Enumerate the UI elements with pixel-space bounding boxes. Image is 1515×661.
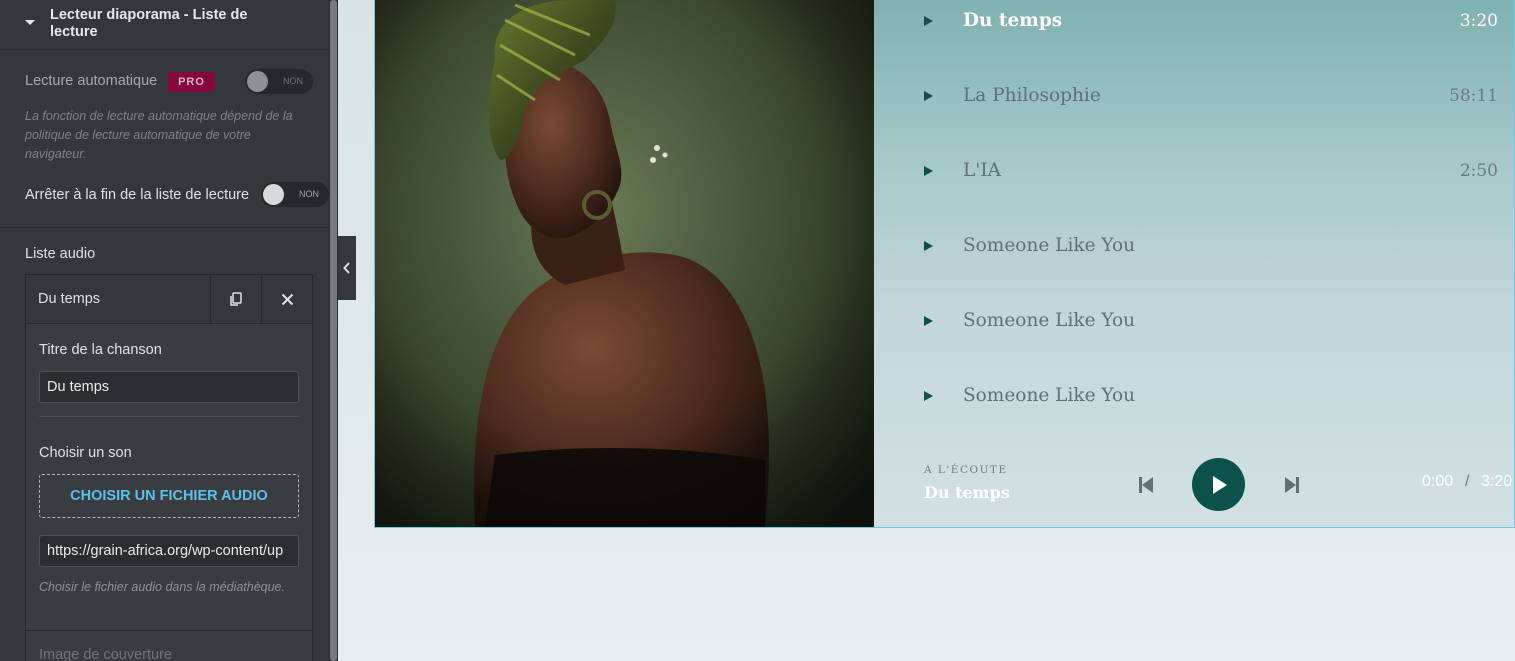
caret-down-icon: [25, 20, 35, 25]
scrollbar-thumb[interactable]: [330, 0, 337, 661]
play-icon: [924, 241, 933, 251]
close-icon: [281, 293, 293, 305]
autoplay-toggle[interactable]: NON: [245, 69, 313, 94]
track-item[interactable]: Someone Like You: [924, 227, 1500, 267]
track-name: Someone Like You: [963, 385, 1136, 406]
collapse-panel-button[interactable]: [338, 236, 356, 300]
play-button[interactable]: [1192, 458, 1245, 511]
section-title: Lecteur diaporama - Liste de lecture: [50, 7, 248, 40]
play-icon: [924, 91, 933, 101]
total-time: 3:20: [1481, 473, 1513, 490]
track-item[interactable]: Someone Like You: [924, 302, 1500, 342]
now-playing-bar: A L'ÉCOUTE Du temps 0:00 / 3:20: [874, 436, 1514, 527]
audio-url-input[interactable]: https://grain-africa.org/wp-content/up: [39, 535, 299, 567]
song-title-label: Titre de la chanson: [39, 342, 162, 358]
track-item[interactable]: Du temps 3:20: [924, 2, 1500, 42]
skip-previous-icon: [1139, 477, 1153, 493]
toggle-state: NON: [283, 76, 303, 86]
current-time: 0:00: [1422, 473, 1454, 490]
now-playing-title: Du temps: [924, 483, 1010, 502]
track-name: La Philosophie: [963, 85, 1101, 106]
next-button[interactable]: [1282, 474, 1302, 496]
stop-at-end-label: Arrêter à la fin de la liste de lecture: [25, 187, 250, 203]
duplicate-button[interactable]: [210, 275, 261, 323]
autoplay-help: La fonction de lecture automatique dépen…: [25, 109, 293, 161]
play-icon: [924, 391, 933, 401]
autoplay-label: Lecture automatique: [25, 73, 158, 89]
previous-button[interactable]: [1136, 474, 1156, 496]
track-name: Someone Like You: [963, 310, 1136, 331]
play-icon: [924, 166, 933, 176]
stop-at-end-toggle[interactable]: NON: [261, 182, 329, 207]
play-icon: [1212, 475, 1227, 494]
audio-list-label: Liste audio: [25, 246, 96, 262]
divider: [0, 227, 329, 228]
toggle-knob: [247, 71, 268, 92]
audio-help: Choisir le fichier audio dans la médiath…: [39, 580, 285, 594]
track-name: Du temps: [963, 10, 1063, 31]
play-icon: [924, 16, 933, 26]
divider: [26, 630, 312, 631]
audio-item: Du temps Titre de la chanson Du temps Ch…: [25, 274, 313, 661]
panel-scrollbar[interactable]: [329, 0, 338, 661]
track-item[interactable]: Someone Like You: [924, 377, 1500, 417]
track-duration: 3:20: [1459, 11, 1498, 31]
song-title-input[interactable]: Du temps: [39, 371, 299, 403]
remove-button[interactable]: [261, 275, 312, 323]
choose-sound-label: Choisir un son: [39, 445, 132, 461]
editor-panel: Lecteur diaporama - Liste de lecture Lec…: [0, 0, 329, 661]
audio-item-header[interactable]: Du temps: [26, 275, 312, 324]
divider: [39, 416, 299, 417]
copy-icon: [230, 291, 242, 306]
track-item[interactable]: L'IA 2:50: [924, 152, 1500, 192]
time-separator: /: [1465, 473, 1470, 490]
pro-badge: PRO: [168, 72, 215, 92]
choose-audio-file-button[interactable]: CHOISIR UN FICHIER AUDIO: [39, 474, 299, 518]
skip-next-icon: [1285, 477, 1299, 493]
cover-image-label: Image de couverture: [39, 647, 172, 661]
toggle-knob: [263, 184, 284, 205]
play-icon: [924, 316, 933, 326]
track-duration: 2:50: [1459, 161, 1498, 181]
chevron-left-icon: [343, 262, 350, 274]
cover-image: [375, 0, 874, 527]
toggle-state: NON: [299, 189, 319, 199]
track-duration: 58:11: [1449, 86, 1498, 106]
track-name: L'IA: [963, 160, 1002, 181]
track-item[interactable]: La Philosophie 58:11: [924, 77, 1500, 117]
track-name: Someone Like You: [963, 235, 1136, 256]
audio-item-title: Du temps: [38, 291, 101, 307]
now-playing-label: A L'ÉCOUTE: [924, 464, 1008, 476]
section-header[interactable]: Lecteur diaporama - Liste de lecture: [0, 0, 329, 50]
portrait-illustration: [375, 0, 874, 527]
